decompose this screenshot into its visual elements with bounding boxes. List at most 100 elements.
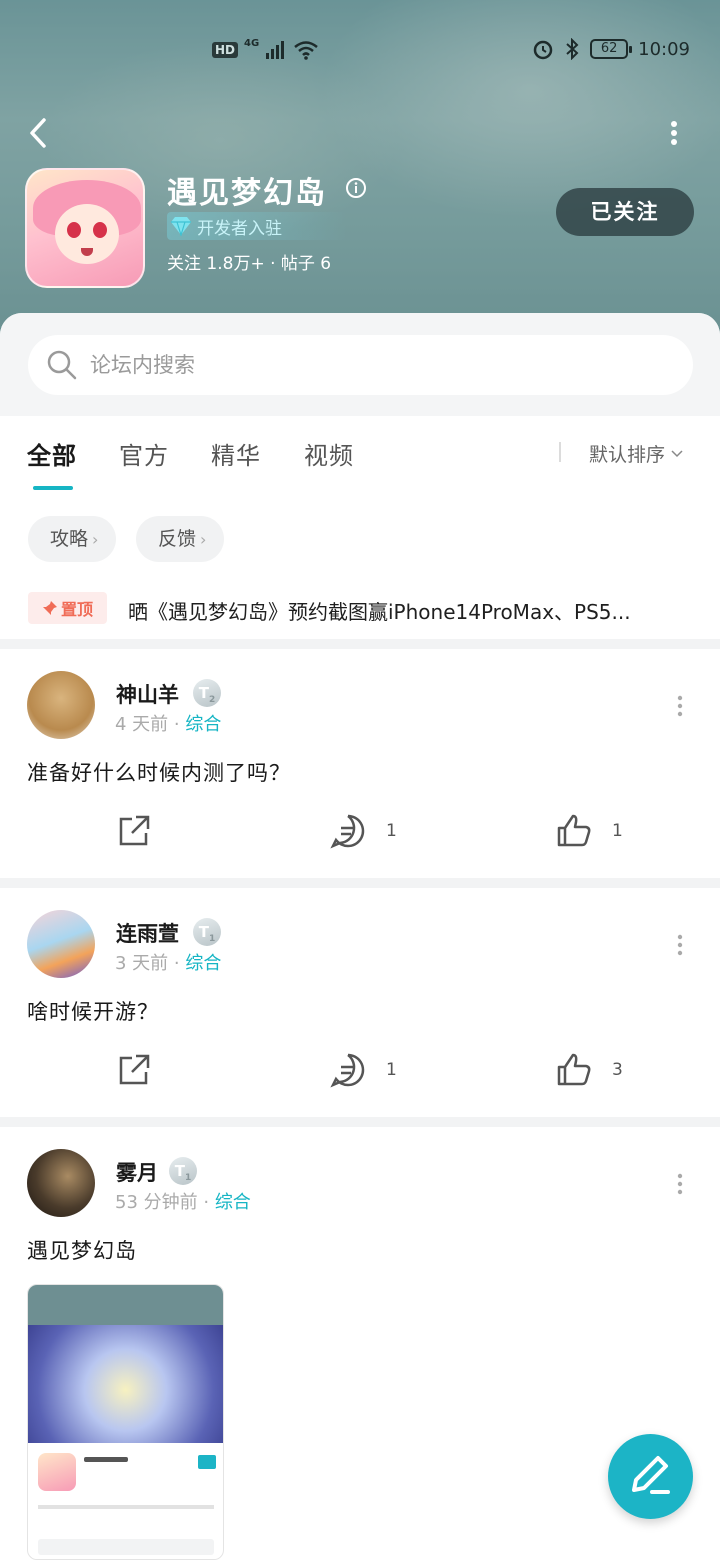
post-content: 准备好什么时候内测了吗？: [27, 761, 291, 785]
post-image-header: [28, 1285, 223, 1325]
more-vertical-icon[interactable]: [676, 934, 684, 956]
share-button[interactable]: [116, 1052, 152, 1088]
post-author[interactable]: 神山羊: [116, 679, 179, 709]
divider: [0, 639, 720, 649]
compose-button[interactable]: [608, 1434, 693, 1519]
post-meta: 4 天前 · 综合: [115, 714, 222, 735]
chevron-right-icon: ›: [92, 530, 99, 549]
status-left: HD 4G: [212, 37, 319, 60]
tab-active-indicator: [33, 486, 73, 490]
more-vertical-icon[interactable]: [676, 1173, 684, 1195]
hd-badge: HD: [212, 42, 239, 58]
tab-video[interactable]: 视频: [304, 436, 354, 471]
post-author[interactable]: 雾月: [116, 1157, 158, 1187]
tab-official[interactable]: 官方: [119, 436, 169, 471]
like-button[interactable]: 1: [556, 813, 623, 849]
post-content: 遇见梦幻岛: [27, 1239, 137, 1263]
post-category[interactable]: 综合: [185, 953, 221, 974]
comment-count: 1: [386, 1060, 397, 1080]
post-meta: 53 分钟前 · 综合: [115, 1192, 251, 1213]
like-icon: [557, 1053, 591, 1086]
comment-button[interactable]: 1: [330, 1052, 397, 1088]
level-badge: T1: [169, 1157, 197, 1185]
avatar[interactable]: [27, 671, 95, 739]
level-letter: T: [198, 923, 209, 941]
edit-icon: [632, 1456, 670, 1494]
post-author[interactable]: 连雨萱: [116, 918, 179, 948]
level-badge: T2: [193, 679, 221, 707]
diamond-icon: [171, 217, 191, 236]
sort-dropdown[interactable]: 默认排序: [589, 440, 683, 467]
battery-indicator: 62: [590, 39, 633, 59]
like-count: 1: [612, 821, 623, 841]
pinned-post[interactable]: 置顶 晒《遇见梦幻岛》预约截图赢iPhone14ProMax、PS5...: [0, 590, 720, 630]
more-vertical-icon[interactable]: [662, 118, 686, 148]
comment-button[interactable]: 1: [330, 813, 397, 849]
like-button[interactable]: 3: [556, 1052, 623, 1088]
pinned-badge-label: 置顶: [60, 600, 93, 619]
clock: 10:09: [638, 38, 690, 60]
post-image-score: [198, 1455, 216, 1469]
level-letter: T: [174, 1162, 185, 1180]
chip-guides[interactable]: 攻略 ›: [28, 516, 117, 562]
post-meta: 3 天前 · 综合: [115, 953, 222, 974]
level-letter: T: [198, 684, 209, 702]
alarm-icon: [533, 40, 553, 60]
post-image-art: [28, 1325, 223, 1443]
level-number: 1: [184, 1173, 192, 1183]
post-time: 3 天前: [115, 953, 169, 974]
post-content: 啥时候开游？: [27, 1000, 159, 1024]
game-icon[interactable]: [25, 168, 145, 288]
page-title: 遇见梦幻岛: [167, 176, 327, 211]
share-button[interactable]: [116, 813, 152, 849]
signal-icon: [266, 41, 285, 59]
post-image-thumb: [38, 1453, 76, 1491]
level-badge: T1: [193, 918, 221, 946]
divider: [0, 878, 720, 888]
chip-feedback-label: 反馈: [158, 528, 197, 550]
chevron-down-icon: [671, 449, 683, 457]
search-icon: [47, 350, 77, 380]
post-image-line: [84, 1457, 128, 1462]
post-time: 4 天前: [115, 714, 169, 735]
share-icon: [119, 815, 150, 846]
like-count: 3: [612, 1060, 623, 1080]
chevron-right-icon: ›: [200, 530, 207, 549]
network-type: 4G: [244, 37, 260, 49]
post-image-card: [32, 1443, 220, 1559]
tab-featured[interactable]: 精华: [211, 436, 261, 471]
post-image-line: [38, 1505, 214, 1509]
game-icon-eye-right: [93, 222, 107, 238]
info-icon[interactable]: [345, 177, 367, 199]
post-card[interactable]: 连雨萱 T1 3 天前 · 综合 啥时候开游？ 1 3: [0, 888, 720, 1117]
status-right: 62 10:09: [532, 38, 690, 60]
chip-feedback[interactable]: 反馈 ›: [136, 516, 225, 562]
chip-guides-label: 攻略: [50, 528, 89, 550]
wifi-icon: [294, 41, 318, 60]
avatar[interactable]: [27, 910, 95, 978]
post-category[interactable]: 综合: [215, 1192, 251, 1213]
pin-icon: [42, 601, 57, 615]
post-category[interactable]: 综合: [185, 714, 221, 735]
comment-icon: [330, 814, 365, 849]
comment-count: 1: [386, 821, 397, 841]
tab-all[interactable]: 全部: [27, 436, 77, 471]
like-icon: [557, 814, 591, 847]
game-icon-eye-left: [67, 222, 81, 238]
developer-badge: 开发者入驻: [167, 212, 347, 240]
post-card[interactable]: 神山羊 T2 4 天前 · 综合 准备好什么时候内测了吗？ 1 1: [0, 649, 720, 878]
more-vertical-icon[interactable]: [676, 695, 684, 717]
sort-divider: [559, 442, 561, 462]
sort-label: 默认排序: [589, 444, 666, 466]
status-bar: HD 4G 62 10:09: [0, 36, 720, 68]
divider: [0, 1117, 720, 1127]
search-input[interactable]: [90, 349, 670, 381]
post-image[interactable]: [27, 1284, 224, 1560]
follow-button[interactable]: 已关注: [556, 188, 694, 236]
back-icon[interactable]: [24, 116, 54, 150]
pinned-title: 晒《遇见梦幻岛》预约截图赢iPhone14ProMax、PS5...: [128, 600, 631, 624]
avatar[interactable]: [27, 1149, 95, 1217]
pinned-badge: 置顶: [28, 592, 107, 624]
level-number: 1: [208, 934, 216, 944]
forum-stats: 关注 1.8万+ · 帖子 6: [167, 254, 332, 274]
